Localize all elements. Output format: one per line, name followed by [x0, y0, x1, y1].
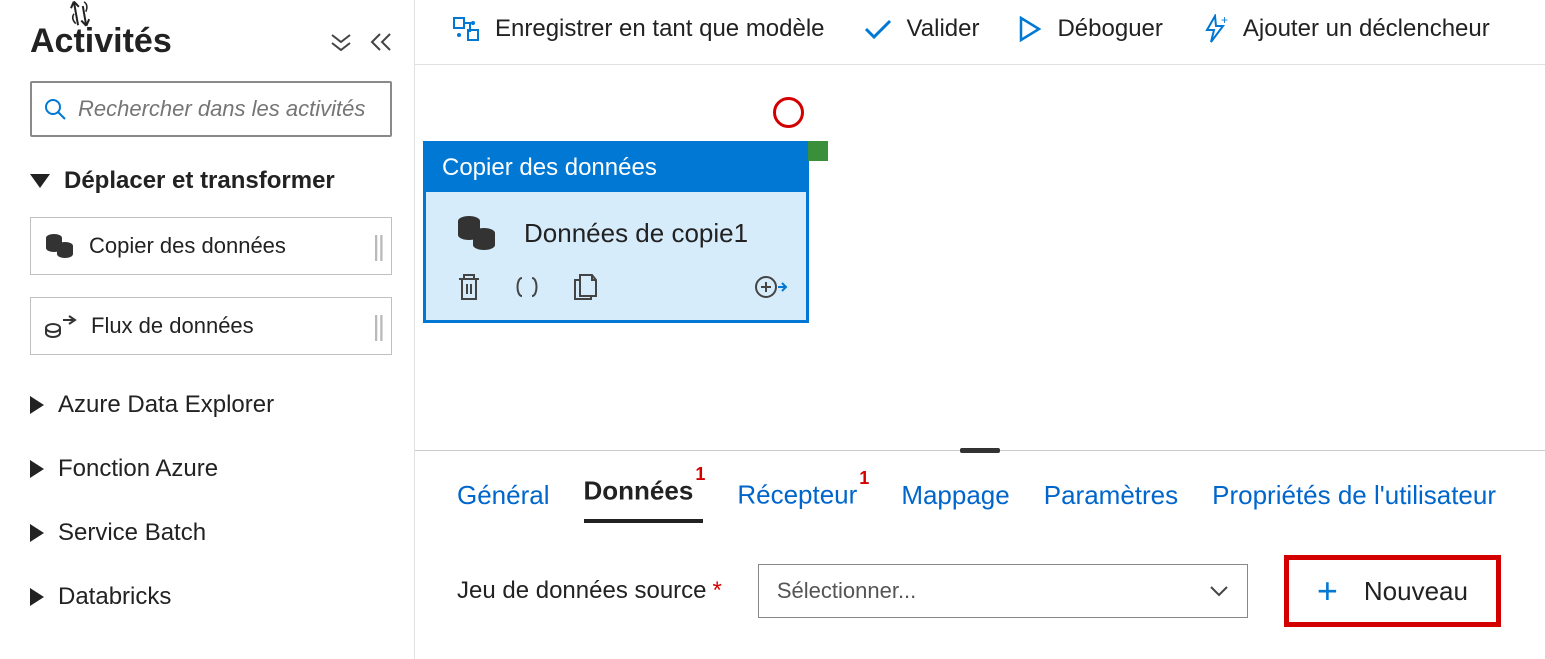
activity-data-flow[interactable]: Flux de données ||	[30, 297, 392, 355]
cursor-icon	[68, 0, 101, 30]
trigger-icon: +	[1201, 14, 1229, 44]
source-dataset-label: Jeu de données source*	[457, 577, 722, 605]
activity-copy-data[interactable]: Copier des données ||	[30, 217, 392, 275]
category-databricks[interactable]: Databricks	[30, 583, 392, 611]
code-icon[interactable]	[512, 273, 542, 301]
svg-text:+: +	[1221, 14, 1228, 27]
chevron-right-icon	[30, 588, 44, 606]
chevron-down-icon	[1209, 584, 1229, 598]
drag-grip-icon: ||	[372, 230, 383, 262]
drag-grip-icon: ||	[372, 310, 383, 342]
chevron-right-icon	[30, 396, 44, 414]
properties-pane: Général Données1 Récepteur1 Mappage Para…	[415, 450, 1545, 659]
node-title: Données de copie1	[524, 218, 748, 249]
validate-button[interactable]: Valider	[863, 15, 980, 43]
new-dataset-button[interactable]: + Nouveau	[1284, 555, 1501, 627]
category-azure-function[interactable]: Fonction Azure	[30, 455, 392, 483]
activity-search[interactable]	[30, 81, 392, 137]
save-as-template-button[interactable]: Enregistrer en tant que modèle	[451, 15, 825, 43]
properties-tabs: Général Données1 Récepteur1 Mappage Para…	[415, 456, 1545, 523]
main-pane: Enregistrer en tant que modèle Valider D…	[415, 0, 1545, 659]
chevron-right-icon	[30, 460, 44, 478]
node-output-port[interactable]	[808, 141, 828, 161]
add-trigger-button[interactable]: + Ajouter un déclencheur	[1201, 14, 1490, 44]
tab-general[interactable]: Général	[457, 480, 550, 523]
pipeline-canvas[interactable]: Copier des données Données de copie1	[415, 65, 1545, 450]
clone-icon[interactable]	[572, 272, 600, 302]
pane-resize-handle[interactable]	[960, 448, 1000, 453]
collapse-panel-icon[interactable]	[370, 32, 392, 52]
section-move-transform[interactable]: Déplacer et transformer	[30, 167, 392, 195]
validation-error-indicator[interactable]	[773, 97, 804, 128]
dataflow-icon	[45, 314, 77, 338]
category-azure-data-explorer[interactable]: Azure Data Explorer	[30, 391, 392, 419]
node-header: Copier des données	[426, 144, 806, 192]
tab-settings[interactable]: Paramètres	[1044, 480, 1178, 523]
pipeline-toolbar: Enregistrer en tant que modèle Valider D…	[415, 0, 1545, 65]
badge-count: 1	[859, 468, 869, 488]
add-output-icon[interactable]	[754, 273, 788, 301]
database-copy-icon	[456, 214, 498, 252]
tab-user-properties[interactable]: Propriétés de l'utilisateur	[1212, 480, 1496, 523]
chevron-right-icon	[30, 524, 44, 542]
expand-all-icon[interactable]	[330, 33, 352, 51]
debug-button[interactable]: Déboguer	[1017, 15, 1162, 43]
chevron-down-icon	[30, 174, 50, 188]
copy-data-node[interactable]: Copier des données Données de copie1	[423, 141, 809, 323]
tab-source[interactable]: Données1	[584, 474, 704, 523]
checkmark-icon	[863, 17, 893, 41]
category-batch-service[interactable]: Service Batch	[30, 519, 392, 547]
plus-icon: +	[1317, 570, 1338, 612]
source-dataset-select[interactable]: Sélectionner...	[758, 564, 1248, 618]
database-copy-icon	[45, 233, 75, 259]
template-icon	[451, 15, 481, 43]
search-input[interactable]	[76, 95, 378, 123]
tab-mapping[interactable]: Mappage	[901, 480, 1009, 523]
sidebar-title: Activités	[30, 22, 172, 61]
search-icon	[44, 98, 66, 120]
tab-sink[interactable]: Récepteur1	[737, 478, 867, 523]
badge-count: 1	[695, 464, 705, 484]
play-icon	[1017, 15, 1043, 43]
delete-icon[interactable]	[456, 272, 482, 302]
activities-sidebar: Activités Déplacer et transformer	[0, 0, 415, 659]
